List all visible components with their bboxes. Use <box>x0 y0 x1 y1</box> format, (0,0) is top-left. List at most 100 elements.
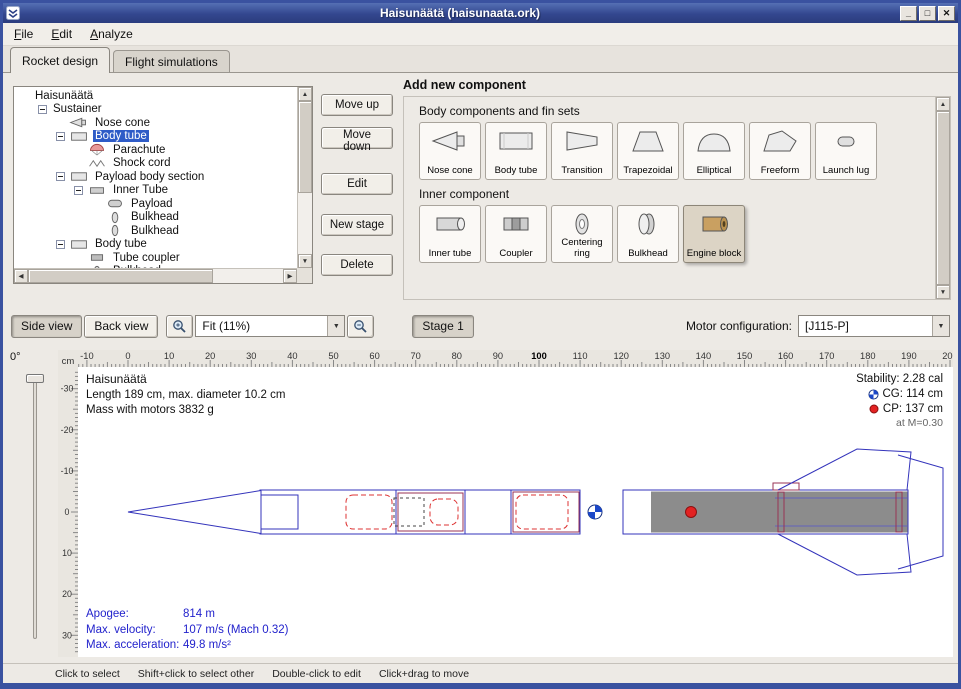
svg-text:120: 120 <box>613 351 629 361</box>
ruler-unit-label: cm <box>58 350 78 367</box>
tree-item-bulkhead[interactable]: Bulkhead <box>14 224 297 238</box>
motor-configuration-value: [J115-P] <box>799 319 932 333</box>
stage-1-button[interactable]: Stage 1 <box>412 315 473 338</box>
scroll-down-icon[interactable]: ▼ <box>298 254 312 268</box>
collapse-icon[interactable] <box>56 132 65 141</box>
add-trapezoidal-button[interactable]: Trapezoidal <box>617 122 679 180</box>
add-inner-tube-button[interactable]: Inner tube <box>419 205 481 263</box>
tab-flight-simulations[interactable]: Flight simulations <box>113 50 230 72</box>
scroll-left-icon[interactable]: ◀ <box>14 269 28 283</box>
rocket-canvas[interactable]: Haisunäätä Length 189 cm, max. diameter … <box>78 367 953 657</box>
scroll-right-icon[interactable]: ▶ <box>283 269 297 283</box>
flight-stat-label: Apogee: <box>86 607 183 623</box>
zoom-level-select[interactable]: Fit (11%) ▼ <box>195 315 345 337</box>
component-button-label: Coupler <box>499 249 532 260</box>
scrollbar-thumb[interactable] <box>936 111 950 285</box>
scrollbar-corner <box>297 268 312 283</box>
cp-icon <box>869 404 879 414</box>
new-stage-button[interactable]: New stage <box>321 214 393 236</box>
horizontal-ruler: -100102030405060708090100110120130140150… <box>78 350 953 367</box>
close-button[interactable]: ✕ <box>938 6 955 21</box>
add-centering-ring-button[interactable]: Centering ring <box>551 205 613 263</box>
nose-cone-outline[interactable] <box>128 491 261 534</box>
collapse-icon[interactable] <box>56 172 65 181</box>
nose-cone-icon <box>430 127 470 154</box>
add-bulkhead-button[interactable]: Bulkhead <box>617 205 679 263</box>
tree-vertical-scrollbar[interactable]: ▲ ▼ <box>297 87 312 268</box>
motor-configuration-select[interactable]: [J115-P] ▼ <box>798 315 950 337</box>
component-button-label: Bulkhead <box>628 249 668 260</box>
edit-button[interactable]: Edit <box>321 173 393 195</box>
openrocket-window: Haisunäätä (haisunaata.ork) _□✕ FileEdit… <box>0 0 961 689</box>
flight-stat-value: 814 m <box>183 607 215 623</box>
scroll-up-icon[interactable]: ▲ <box>298 87 312 101</box>
add-elliptical-button[interactable]: Elliptical <box>683 122 745 180</box>
mach-condition: at M=0.30 <box>856 417 943 431</box>
titlebar[interactable]: Haisunäätä (haisunaata.ork) _□✕ <box>3 3 958 23</box>
collapse-icon[interactable] <box>56 240 65 249</box>
delete-button[interactable]: Delete <box>321 254 393 276</box>
tree-item-label: Bulkhead <box>129 211 181 223</box>
bulkhead-icon <box>105 211 125 224</box>
add-nose-cone-button[interactable]: Nose cone <box>419 122 481 180</box>
side-view-button[interactable]: Side view <box>11 315 82 338</box>
tree-item-body-tube[interactable]: Body tube <box>14 130 297 144</box>
scroll-up-icon[interactable]: ▲ <box>936 97 950 111</box>
tree-item-body-tube[interactable]: Body tube <box>14 238 297 252</box>
back-view-button[interactable]: Back view <box>84 315 158 338</box>
tree-item-payload-body-section[interactable]: Payload body section <box>14 170 297 184</box>
rotation-slider-handle[interactable] <box>26 374 44 383</box>
shock-cord-icon <box>87 157 107 170</box>
elliptical-fin-icon <box>694 127 734 154</box>
add-freeform-button[interactable]: Freeform <box>749 122 811 180</box>
move-up-button[interactable]: Move up <box>321 94 393 116</box>
add-coupler-button[interactable]: Coupler <box>485 205 547 263</box>
scrollbar-thumb[interactable] <box>28 269 213 283</box>
svg-text:90: 90 <box>493 351 503 361</box>
maximize-button[interactable]: □ <box>919 6 936 21</box>
body-tube-outline[interactable] <box>260 490 580 534</box>
add-launch-lug-button[interactable]: Launch lug <box>815 122 877 180</box>
zoom-in-button[interactable] <box>166 315 193 338</box>
zoom-out-button[interactable] <box>347 315 374 338</box>
svg-text:200: 200 <box>942 351 953 361</box>
tree-item-bulkhead[interactable]: Bulkhead <box>14 211 297 225</box>
add-engine-block-button[interactable]: Engine block <box>683 205 745 263</box>
tree-item-nose-cone[interactable]: Nose cone <box>14 116 297 130</box>
collapse-icon[interactable] <box>38 105 47 114</box>
menu-analyze[interactable]: Analyze <box>81 23 142 45</box>
collapse-icon[interactable] <box>74 186 83 195</box>
bulkhead-icon <box>105 224 125 237</box>
tree-item-parachute[interactable]: Parachute <box>14 143 297 157</box>
component-button-label: Transition <box>561 166 602 177</box>
component-tree[interactable]: HaisunäätäSustainerNose coneBody tubePar… <box>14 87 297 268</box>
svg-text:40: 40 <box>287 351 297 361</box>
rotation-slider[interactable] <box>33 377 37 639</box>
tree-item-sustainer[interactable]: Sustainer <box>14 103 297 117</box>
scrollbar-thumb[interactable] <box>298 101 312 193</box>
minimize-button[interactable]: _ <box>900 6 917 21</box>
cg-marker <box>588 505 602 519</box>
add-body-tube-button[interactable]: Body tube <box>485 122 547 180</box>
palette-scrollbar[interactable]: ▲ ▼ <box>935 97 950 299</box>
launch-lug-outline[interactable] <box>773 483 799 490</box>
menu-file[interactable]: File <box>5 23 42 45</box>
move-down-button[interactable]: Move down <box>321 127 393 149</box>
tree-item-label: Payload <box>129 198 175 210</box>
tree-item-shock-cord[interactable]: Shock cord <box>14 157 297 171</box>
scroll-down-icon[interactable]: ▼ <box>936 285 950 299</box>
tree-horizontal-scrollbar[interactable]: ◀ ▶ <box>14 268 297 283</box>
tab-rocket-design[interactable]: Rocket design <box>10 47 110 73</box>
add-transition-button[interactable]: Transition <box>551 122 613 180</box>
tree-item-label: Parachute <box>111 144 167 156</box>
tree-item-haisun-t[interactable]: Haisunäätä <box>14 89 297 103</box>
rocket-dimensions: Length 189 cm, max. diameter 10.2 cm <box>86 388 285 403</box>
svg-text:70: 70 <box>411 351 421 361</box>
zoom-in-icon <box>172 319 187 334</box>
menu-edit[interactable]: Edit <box>42 23 81 45</box>
tree-item-tube-coupler[interactable]: Tube coupler <box>14 251 297 265</box>
vertical-ruler: -30-20-100102030 <box>58 367 78 657</box>
tree-item-payload[interactable]: Payload <box>14 197 297 211</box>
tree-item-inner-tube[interactable]: Inner Tube <box>14 184 297 198</box>
svg-text:150: 150 <box>737 351 753 361</box>
